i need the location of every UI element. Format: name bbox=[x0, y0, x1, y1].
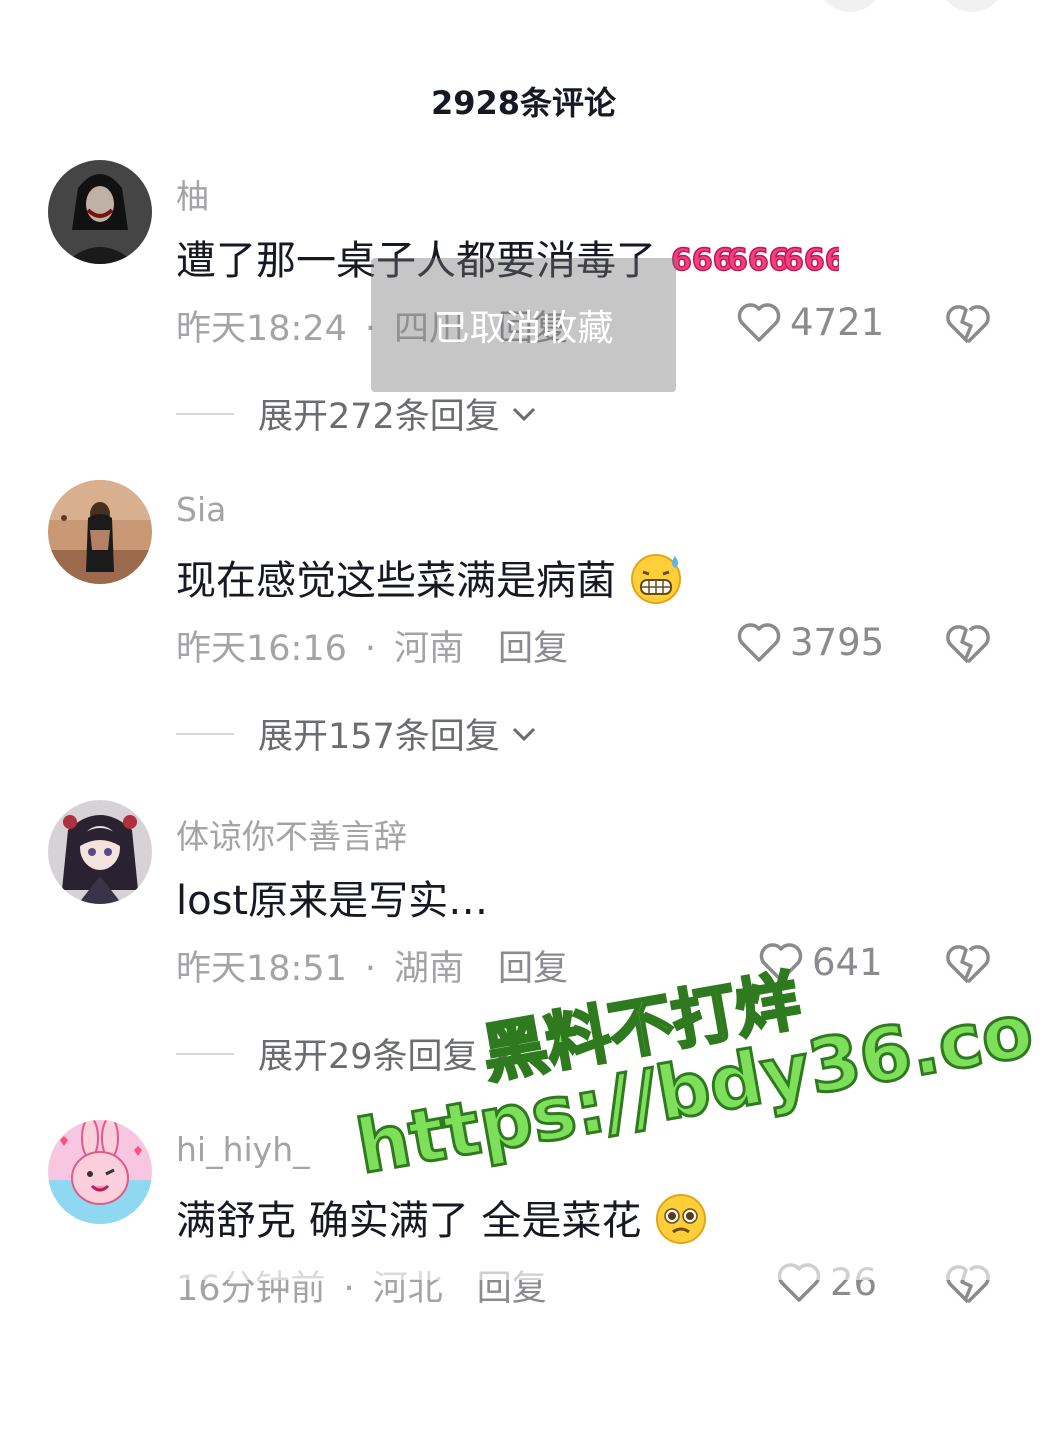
expand-replies-button[interactable]: 展开157条回复 bbox=[176, 708, 538, 759]
comment-item: 体谅你不善言辞 lost原来是写实… 昨天18:51 · 湖南 回复 641 展开29… bbox=[0, 800, 1047, 1120]
comment-text-body: lost原来是写实… bbox=[176, 878, 489, 924]
toast-notification: 已取消收藏 bbox=[371, 258, 676, 392]
username[interactable]: 柚 bbox=[176, 170, 209, 218]
share-icon[interactable] bbox=[820, 0, 880, 12]
avatar[interactable] bbox=[48, 480, 152, 584]
separator-dot: · bbox=[364, 949, 377, 989]
heart-icon bbox=[737, 623, 781, 662]
like-count: 641 bbox=[812, 940, 883, 984]
comment-time: 昨天16:16 bbox=[176, 629, 347, 669]
comment-item: hi_hiyh_ 满舒克 确实满了 全是菜花 16分钟前 · 河北 回复 26 bbox=[0, 1120, 1047, 1440]
divider-line bbox=[176, 412, 234, 415]
broken-heart-icon bbox=[946, 305, 990, 344]
grimace-sweat-emoji bbox=[629, 552, 685, 614]
expand-replies-button[interactable]: 展开29条回复 bbox=[176, 1028, 516, 1079]
avatar[interactable] bbox=[48, 160, 152, 264]
separator-dot: · bbox=[364, 629, 377, 669]
avatar[interactable] bbox=[48, 1120, 152, 1224]
broken-heart-icon bbox=[946, 945, 990, 984]
like-count: 4721 bbox=[790, 300, 885, 344]
comment-text-body: 满舒克 确实满了 全是菜花 bbox=[176, 1198, 642, 1244]
chevron-down-icon bbox=[512, 727, 535, 741]
broken-heart-icon bbox=[946, 625, 990, 664]
comment-meta: 昨天18:51 · 湖南 回复 bbox=[176, 940, 568, 991]
like-count: 3795 bbox=[790, 620, 885, 664]
svg-text:666: 666 bbox=[783, 243, 839, 278]
close-icon[interactable] bbox=[942, 0, 1002, 12]
comment-count-title: 2928条评论 bbox=[430, 84, 617, 122]
chevron-down-icon bbox=[512, 407, 535, 421]
comment-meta: 昨天16:16 · 河南 回复 bbox=[176, 620, 568, 671]
expand-replies-button[interactable]: 展开272条回复 bbox=[176, 388, 538, 439]
svg-text:666: 666 bbox=[671, 243, 734, 278]
svg-text:666: 666 bbox=[727, 243, 790, 278]
expand-replies-label: 展开272条回复 bbox=[258, 397, 500, 437]
dislike-button[interactable] bbox=[944, 942, 992, 986]
expand-replies-label: 展开29条回复 bbox=[258, 1037, 478, 1077]
top-bar bbox=[0, 0, 1047, 18]
reply-button[interactable]: 回复 bbox=[498, 949, 568, 989]
divider-line bbox=[176, 732, 234, 735]
username[interactable]: Sia bbox=[176, 490, 226, 529]
divider-line bbox=[176, 1052, 234, 1055]
comment-time: 昨天18:24 bbox=[176, 309, 347, 349]
comment-item: Sia 现在感觉这些菜满是病菌 昨天16:16 · 河南 回复 3795 展开157条… bbox=[0, 480, 1047, 800]
666-emoji: 666 666 666 bbox=[669, 238, 846, 288]
comment-location: 河南 bbox=[394, 629, 465, 669]
comment-text: 现在感觉这些菜满是病菌 bbox=[176, 548, 685, 614]
like-button[interactable]: 641 bbox=[758, 940, 883, 984]
comment-location: 湖南 bbox=[394, 949, 465, 989]
avatar[interactable] bbox=[48, 800, 152, 904]
username[interactable]: 体谅你不善言辞 bbox=[176, 810, 407, 858]
expand-replies-label: 展开157条回复 bbox=[258, 717, 500, 757]
chevron-down-icon bbox=[490, 1047, 513, 1061]
reply-button[interactable]: 回复 bbox=[498, 629, 568, 669]
bottom-edge bbox=[0, 1262, 1047, 1280]
comment-text-body: 现在感觉这些菜满是病菌 bbox=[176, 558, 616, 604]
heart-icon bbox=[759, 943, 803, 982]
like-button[interactable]: 3795 bbox=[736, 620, 884, 664]
heart-icon bbox=[737, 303, 781, 342]
comment-text: lost原来是写实… bbox=[176, 868, 488, 926]
pleading-emoji bbox=[654, 1192, 710, 1254]
dislike-button[interactable] bbox=[944, 622, 992, 666]
dislike-button[interactable] bbox=[944, 302, 992, 346]
like-button[interactable]: 4721 bbox=[736, 300, 884, 344]
comment-text: 满舒克 确实满了 全是菜花 bbox=[176, 1188, 710, 1254]
username[interactable]: hi_hiyh_ bbox=[176, 1130, 310, 1169]
comment-time: 昨天18:51 bbox=[176, 949, 347, 989]
